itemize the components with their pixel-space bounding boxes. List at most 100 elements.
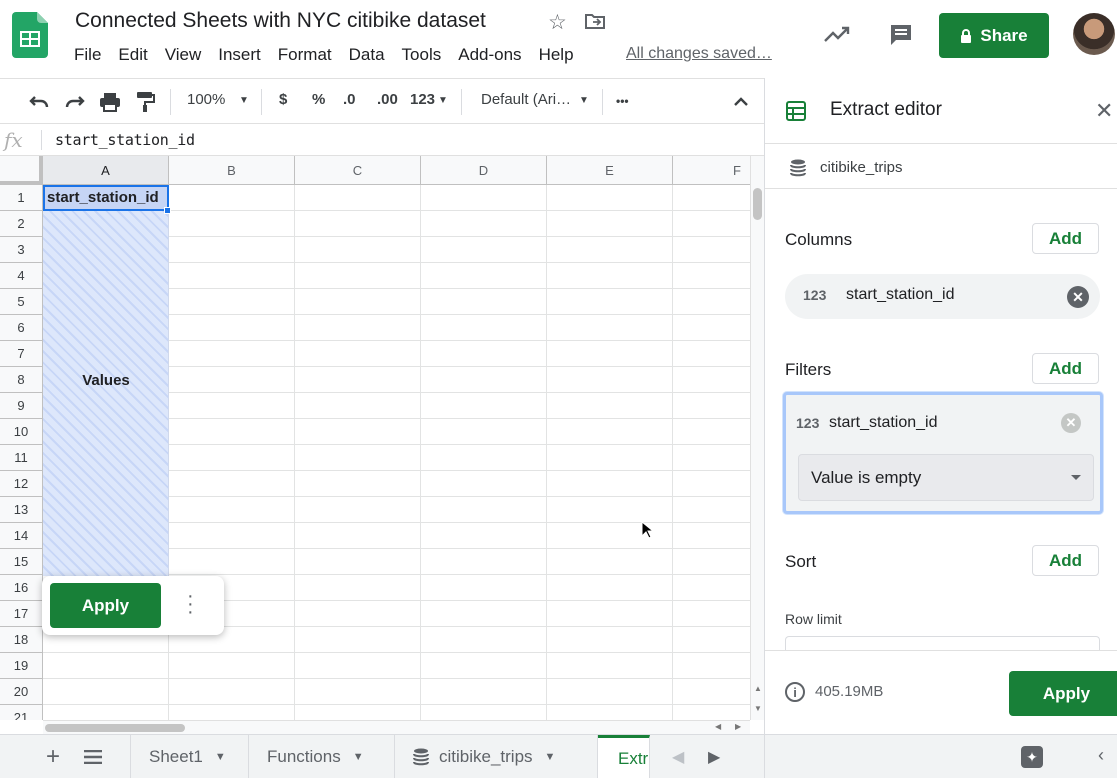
column-header-a[interactable]: A	[43, 156, 169, 185]
row-header[interactable]: 4	[0, 263, 43, 289]
row-header[interactable]: 3	[0, 237, 43, 263]
star-icon[interactable]: ☆	[548, 10, 567, 35]
font-select[interactable]: Default (Ari…	[481, 91, 571, 108]
data-source-name[interactable]: citibike_trips	[820, 159, 903, 176]
tab-functions[interactable]: Functions ▼	[249, 735, 395, 778]
info-icon[interactable]: i	[785, 682, 805, 702]
row-header[interactable]: 11	[0, 445, 43, 471]
remove-column-icon[interactable]: ✕	[1067, 286, 1089, 308]
tab-sheet1[interactable]: Sheet1 ▼	[130, 735, 249, 778]
horizontal-scrollbar[interactable]: ◀ ▶	[43, 720, 750, 734]
menu-view[interactable]: View	[165, 45, 202, 65]
save-status[interactable]: All changes saved…	[626, 45, 772, 63]
add-filter-button[interactable]: Add	[1032, 353, 1099, 384]
scroll-right-icon[interactable]: ▶	[735, 722, 741, 731]
filter-card[interactable]: 123 start_station_id ✕ Value is empty	[783, 392, 1103, 514]
panel-apply-button[interactable]: Apply	[1009, 671, 1117, 716]
activity-trend-icon[interactable]	[823, 24, 851, 44]
menu-edit[interactable]: Edit	[118, 45, 147, 65]
cell-a1[interactable]: start_station_id	[43, 185, 169, 211]
collapse-toolbar-icon[interactable]	[733, 95, 749, 107]
tab-dropdown-icon[interactable]: ▼	[545, 751, 556, 763]
row-header[interactable]: 19	[0, 653, 43, 679]
currency-button[interactable]: $	[279, 91, 287, 108]
row-header[interactable]: 6	[0, 315, 43, 341]
font-dropdown-icon[interactable]: ▼	[579, 95, 589, 106]
menu-format[interactable]: Format	[278, 45, 332, 65]
fill-handle[interactable]	[164, 207, 171, 214]
tab-dropdown-icon[interactable]: ▼	[353, 751, 364, 763]
tab-extract-active[interactable]: Extr	[598, 735, 650, 778]
avatar[interactable]	[1073, 13, 1115, 55]
formula-input[interactable]: start_station_id	[55, 131, 195, 149]
tab-dropdown-icon[interactable]: ▼	[215, 751, 226, 763]
close-icon[interactable]: ✕	[1095, 98, 1113, 124]
scroll-down-icon[interactable]: ▼	[754, 704, 762, 713]
row-header[interactable]: 7	[0, 341, 43, 367]
number-format-button[interactable]: 123	[410, 91, 435, 108]
remove-filter-icon[interactable]: ✕	[1061, 413, 1081, 433]
row-header[interactable]: 17	[0, 601, 43, 627]
horizontal-scroll-thumb[interactable]	[45, 724, 185, 732]
all-sheets-icon[interactable]	[84, 750, 102, 764]
menu-data[interactable]: Data	[349, 45, 385, 65]
sheets-logo-icon[interactable]	[12, 12, 48, 58]
collapse-panel-icon[interactable]: ‹	[1098, 745, 1104, 766]
explore-icon[interactable]: ✦	[1021, 746, 1043, 768]
share-button[interactable]: Share	[939, 13, 1049, 58]
decrease-decimal-button[interactable]: .0	[343, 91, 356, 108]
comment-icon[interactable]	[888, 22, 914, 48]
row-header[interactable]: 2	[0, 211, 43, 237]
row-header[interactable]: 12	[0, 471, 43, 497]
menu-file[interactable]: File	[74, 45, 101, 65]
spreadsheet-grid[interactable]: A B C D E F 1 2 3 4 5 6 7 8 9 10 11 12 1…	[0, 156, 750, 720]
column-header-c[interactable]: C	[295, 156, 421, 185]
row-header[interactable]: 20	[0, 679, 43, 705]
row-header[interactable]: 15	[0, 549, 43, 575]
add-sort-button[interactable]: Add	[1032, 545, 1099, 576]
scroll-up-icon[interactable]: ▲	[754, 684, 762, 693]
row-header[interactable]: 8	[0, 367, 43, 393]
redo-icon[interactable]	[65, 94, 85, 110]
undo-icon[interactable]	[29, 94, 49, 110]
row-header[interactable]: 13	[0, 497, 43, 523]
zoom-select[interactable]: 100%	[187, 91, 225, 108]
vertical-scroll-thumb[interactable]	[753, 188, 762, 220]
menu-insert[interactable]: Insert	[218, 45, 261, 65]
scroll-tabs-left-icon[interactable]: ◀	[672, 747, 684, 767]
scroll-left-icon[interactable]: ◀	[715, 722, 721, 731]
increase-decimal-button[interactable]: .00	[377, 91, 398, 108]
column-chip[interactable]: 123 start_station_id ✕	[785, 274, 1100, 319]
menu-help[interactable]: Help	[539, 45, 574, 65]
more-vert-icon[interactable]: · · ·	[187, 586, 194, 622]
row-header[interactable]: 16	[0, 575, 43, 601]
more-options-icon[interactable]: •••	[616, 94, 629, 108]
tab-citibike-trips[interactable]: citibike_trips ▼	[395, 735, 598, 778]
column-header-d[interactable]: D	[421, 156, 547, 185]
move-folder-icon[interactable]	[585, 12, 605, 30]
filter-condition-select[interactable]: Value is empty	[798, 454, 1094, 501]
document-title[interactable]: Connected Sheets with NYC citibike datas…	[75, 9, 486, 33]
row-header[interactable]: 18	[0, 627, 43, 653]
print-icon[interactable]	[99, 92, 121, 112]
popup-apply-button[interactable]: Apply	[50, 583, 161, 628]
menu-addons[interactable]: Add-ons	[458, 45, 521, 65]
row-header[interactable]: 21	[0, 705, 43, 720]
zoom-dropdown-icon[interactable]: ▼	[239, 95, 249, 106]
extract-preview-area[interactable]	[43, 211, 169, 576]
column-header-f[interactable]: F	[673, 156, 750, 185]
row-header[interactable]: 1	[0, 185, 43, 211]
number-format-dropdown-icon[interactable]: ▼	[438, 95, 448, 106]
select-all-corner[interactable]	[0, 156, 43, 185]
scroll-tabs-right-icon[interactable]: ▶	[708, 747, 720, 767]
row-header[interactable]: 14	[0, 523, 43, 549]
row-header[interactable]: 9	[0, 393, 43, 419]
column-header-b[interactable]: B	[169, 156, 295, 185]
percent-button[interactable]: %	[312, 91, 325, 108]
column-header-e[interactable]: E	[547, 156, 673, 185]
menu-tools[interactable]: Tools	[402, 45, 442, 65]
paint-format-icon[interactable]	[136, 91, 156, 113]
add-sheet-icon[interactable]: +	[46, 743, 60, 771]
row-header[interactable]: 10	[0, 419, 43, 445]
vertical-scrollbar[interactable]: ▲ ▼	[750, 156, 764, 720]
